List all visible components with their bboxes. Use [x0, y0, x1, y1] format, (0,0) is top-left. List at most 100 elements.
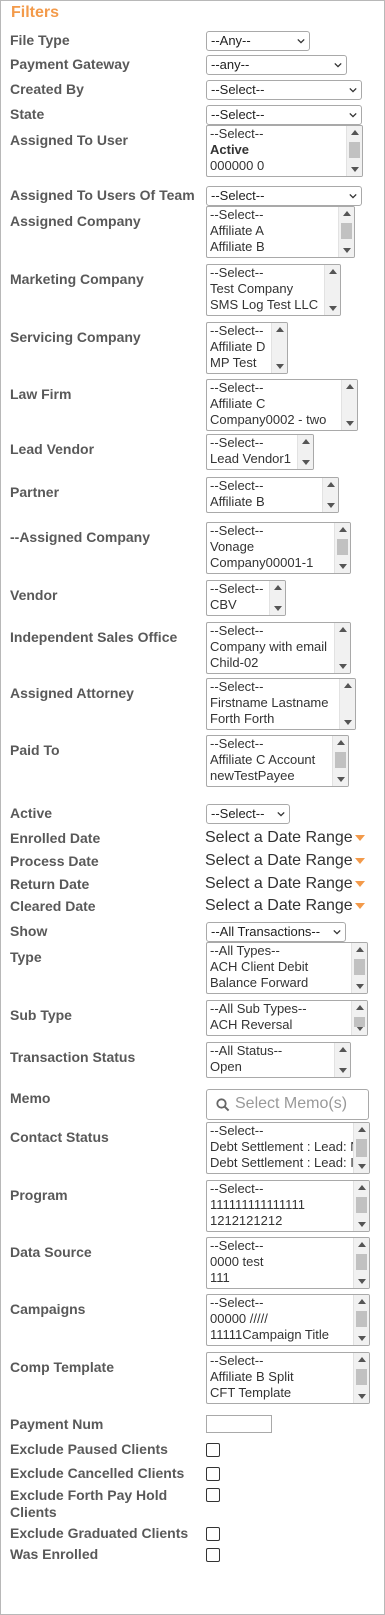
assigned-attorney-option[interactable]: --Select--: [207, 679, 355, 695]
partner-scrollbar[interactable]: [322, 478, 338, 512]
program-listbox[interactable]: --Select-- 111111111111111 1212121212: [206, 1180, 370, 1232]
assigned-to-user-scrollbar[interactable]: [346, 126, 362, 176]
data-source-scrollbar[interactable]: [353, 1238, 369, 1288]
marketing-company-listbox[interactable]: --Select-- Test Company SMS Log Test LLC: [206, 264, 341, 316]
scroll-up-arrow-icon[interactable]: [339, 627, 347, 632]
scroll-down-arrow-icon[interactable]: [358, 1336, 366, 1341]
scrollbar-thumb[interactable]: [356, 1197, 367, 1213]
assigned-company-2-listbox[interactable]: --Select-- Vonage Company00001-1: [206, 522, 351, 574]
scroll-up-arrow-icon[interactable]: [339, 1047, 347, 1052]
partner-option[interactable]: Affiliate B: [207, 494, 338, 510]
law-firm-option[interactable]: --Select--: [207, 380, 357, 396]
program-option[interactable]: 111111111111111: [207, 1197, 369, 1213]
sub-type-listbox[interactable]: --All Sub Types-- ACH Reversal: [206, 1000, 368, 1036]
scroll-down-arrow-icon[interactable]: [358, 1164, 366, 1169]
paid-to-option[interactable]: --Select--: [207, 736, 348, 752]
scroll-up-arrow-icon[interactable]: [356, 947, 364, 952]
scroll-down-arrow-icon[interactable]: [356, 984, 364, 989]
exclude-cancelled-clients-checkbox[interactable]: [206, 1467, 220, 1481]
scroll-down-arrow-icon[interactable]: [351, 167, 359, 172]
scrollbar-thumb[interactable]: [354, 959, 365, 975]
scroll-down-arrow-icon[interactable]: [337, 777, 345, 782]
scrollbar-thumb[interactable]: [356, 1254, 367, 1270]
scroll-down-arrow-icon[interactable]: [344, 720, 352, 725]
scroll-up-arrow-icon[interactable]: [339, 527, 347, 532]
assigned-company-option[interactable]: Affiliate B: [207, 239, 354, 255]
assigned-company-2-option[interactable]: Company00001-1: [207, 555, 350, 571]
scrollbar-thumb[interactable]: [356, 1311, 367, 1327]
lead-vendor-scrollbar[interactable]: [297, 435, 313, 469]
transaction-status-option[interactable]: Open: [207, 1059, 350, 1075]
scroll-up-arrow-icon[interactable]: [356, 1005, 364, 1010]
lead-vendor-listbox[interactable]: --Select-- Lead Vendor1: [206, 434, 314, 470]
scroll-up-arrow-icon[interactable]: [327, 482, 335, 487]
scroll-up-arrow-icon[interactable]: [337, 740, 345, 745]
cleared-date-date-range-picker[interactable]: Select a Date Range: [205, 897, 365, 915]
scroll-up-arrow-icon[interactable]: [358, 1127, 366, 1132]
file-type-select[interactable]: --Any--: [206, 31, 310, 51]
vendor-listbox[interactable]: --Select-- CBV: [206, 580, 286, 616]
contact-status-option[interactable]: Debt Settlement : Lead: N: [207, 1139, 369, 1155]
type-scrollbar[interactable]: [351, 943, 367, 993]
independent-sales-office-scrollbar[interactable]: [334, 623, 350, 673]
enrolled-date-date-range-picker[interactable]: Select a Date Range: [205, 829, 365, 847]
scroll-up-arrow-icon[interactable]: [358, 1357, 366, 1362]
independent-sales-office-option[interactable]: Company with email: [207, 639, 350, 655]
marketing-company-option[interactable]: Test Company: [207, 281, 340, 297]
independent-sales-office-listbox[interactable]: --Select-- Company with email Child-02: [206, 622, 351, 674]
scroll-down-arrow-icon[interactable]: [339, 1068, 347, 1073]
scroll-down-arrow-icon[interactable]: [358, 1222, 366, 1227]
assigned-attorney-option[interactable]: Forth Forth: [207, 711, 355, 727]
campaigns-option[interactable]: 11111Campaign Title: [207, 1327, 369, 1343]
independent-sales-office-option[interactable]: --Select--: [207, 623, 350, 639]
show-select[interactable]: --All Transactions--: [206, 922, 346, 942]
program-scrollbar[interactable]: [353, 1181, 369, 1231]
scrollbar-thumb[interactable]: [349, 142, 360, 158]
scroll-up-arrow-icon[interactable]: [343, 211, 351, 216]
scroll-up-arrow-icon[interactable]: [344, 683, 352, 688]
scroll-up-arrow-icon[interactable]: [346, 384, 354, 389]
was-enrolled-checkbox[interactable]: [206, 1548, 220, 1562]
paid-to-listbox[interactable]: --Select-- Affiliate C Account newTestPaye…: [206, 735, 349, 787]
scroll-up-arrow-icon[interactable]: [276, 327, 284, 332]
paid-to-option[interactable]: newTestPayee: [207, 768, 348, 784]
scroll-down-arrow-icon[interactable]: [327, 503, 335, 508]
scroll-down-arrow-icon[interactable]: [302, 460, 310, 465]
type-option[interactable]: Balance Forward: [207, 975, 367, 991]
comp-template-option[interactable]: Affiliate B Split: [207, 1369, 369, 1385]
scroll-up-arrow-icon[interactable]: [274, 585, 282, 590]
assigned-to-user-option[interactable]: 000000 0: [207, 158, 362, 174]
campaigns-listbox[interactable]: --Select-- 00000 /////11111Campaign Title: [206, 1294, 370, 1346]
scroll-down-arrow-icon[interactable]: [346, 421, 354, 426]
sub-type-option[interactable]: --All Sub Types--: [207, 1001, 367, 1017]
type-listbox[interactable]: --All Types-- ACH Client Debit Balance For…: [206, 942, 368, 994]
transaction-status-listbox[interactable]: --All Status-- Open: [206, 1042, 351, 1078]
scroll-down-arrow-icon[interactable]: [274, 606, 282, 611]
transaction-status-option[interactable]: --All Status--: [207, 1043, 350, 1059]
exclude-paused-clients-checkbox[interactable]: [206, 1443, 220, 1457]
scroll-up-arrow-icon[interactable]: [358, 1185, 366, 1190]
data-source-option[interactable]: 111: [207, 1270, 369, 1286]
data-source-option[interactable]: --Select--: [207, 1238, 369, 1254]
scrollbar-thumb[interactable]: [356, 1139, 367, 1157]
servicing-company-listbox[interactable]: --Select-- Affiliate D MP Test: [206, 322, 288, 374]
scroll-down-arrow-icon[interactable]: [358, 1279, 366, 1284]
scroll-down-arrow-icon[interactable]: [339, 664, 347, 669]
scrollbar-thumb[interactable]: [335, 752, 346, 768]
scroll-down-arrow-icon[interactable]: [339, 564, 347, 569]
contact-status-option[interactable]: --Select--: [207, 1123, 369, 1139]
assigned-company-listbox[interactable]: --Select-- Affiliate A Affiliate B: [206, 206, 355, 258]
vendor-scrollbar[interactable]: [269, 581, 285, 615]
scroll-up-arrow-icon[interactable]: [358, 1299, 366, 1304]
created-by-select[interactable]: --Select--: [206, 80, 362, 100]
scroll-up-arrow-icon[interactable]: [358, 1242, 366, 1247]
type-option[interactable]: --All Types--: [207, 943, 367, 959]
sub-type-scrollbar[interactable]: [351, 1001, 367, 1035]
assigned-company-scrollbar[interactable]: [338, 207, 354, 257]
campaigns-option[interactable]: --Select--: [207, 1295, 369, 1311]
scrollbar-thumb[interactable]: [337, 539, 348, 555]
marketing-company-option[interactable]: SMS Log Test LLC: [207, 297, 340, 313]
comp-template-option[interactable]: --Select--: [207, 1353, 369, 1369]
assigned-company-2-scrollbar[interactable]: [334, 523, 350, 573]
partner-listbox[interactable]: --Select-- Affiliate B: [206, 477, 339, 513]
